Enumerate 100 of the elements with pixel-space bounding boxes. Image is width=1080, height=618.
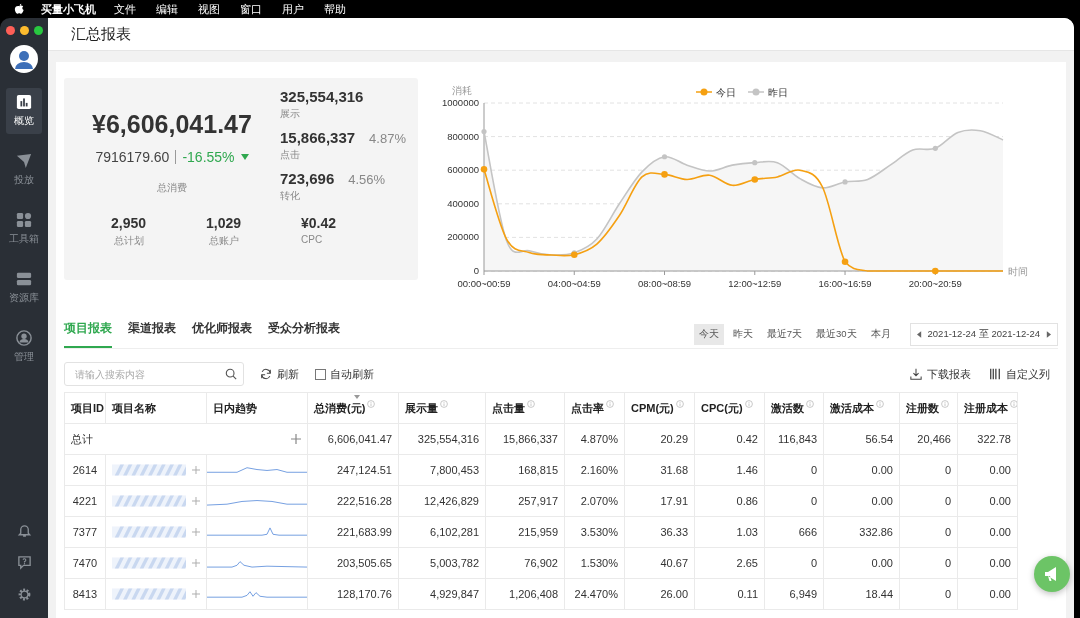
table-cell: 18.44 — [823, 578, 900, 610]
table-cell: 2.65 — [694, 547, 765, 579]
menu-item[interactable]: 窗口 — [240, 1, 262, 17]
x-tick-label: 00:00~00:59 — [457, 278, 511, 289]
table-cell: 0.00 — [957, 578, 1018, 610]
report-tab[interactable]: 受众分析报表 — [268, 316, 340, 348]
table-cell: 40.67 — [624, 547, 695, 579]
table-cell: 222,516.28 — [307, 485, 399, 517]
table-cell: 4221 — [64, 485, 106, 517]
legend-label[interactable]: 今日 — [716, 86, 736, 98]
date-filter-button[interactable]: 最近30天 — [810, 324, 862, 345]
menu-item[interactable]: 编辑 — [156, 1, 178, 17]
date-filter-button[interactable]: 最近7天 — [761, 324, 807, 345]
table-cell: 0.11 — [694, 578, 765, 610]
menu-item[interactable]: 视图 — [198, 1, 220, 17]
column-header[interactable]: 项目ID — [64, 392, 106, 424]
date-range-picker[interactable]: 2021-12-24 至 2021-12-24 — [909, 323, 1058, 346]
sidebar-nav-item[interactable]: 投放 — [6, 147, 42, 193]
date-filter-button[interactable]: 今天 — [693, 324, 724, 345]
menu-item[interactable]: 文件 — [114, 1, 136, 17]
table-cell: 0.00 — [823, 547, 900, 579]
y-tick-label: 400000 — [447, 197, 479, 209]
table-cell: 0 — [764, 454, 824, 486]
search-field[interactable]: 请输入搜索内容 — [64, 362, 244, 386]
table-cell: 2.070% — [564, 485, 625, 517]
table-cell: 6,606,041.47 — [307, 423, 399, 455]
x-tick-label: 04:00~04:59 — [547, 278, 601, 289]
column-header[interactable]: 项目名称 — [105, 392, 207, 424]
sidebar-nav-item[interactable]: 资源库 — [6, 265, 42, 311]
app-name-menu[interactable]: 买量小飞机 — [41, 1, 96, 17]
x-tick-label: 16:00~16:59 — [818, 278, 872, 289]
table-cell: 0 — [764, 485, 824, 517]
table-cell: 247,124.51 — [307, 454, 399, 486]
metric-label: 点击 — [280, 148, 301, 162]
table-cell: 15,866,337 — [485, 423, 565, 455]
table-cell: 128,170.76 — [307, 578, 399, 610]
sidebar-nav-item[interactable]: 概览 — [6, 88, 42, 134]
metric-value: 723,696 — [280, 170, 335, 187]
table-cell: 1.46 — [694, 454, 765, 486]
refresh-button[interactable]: 刷新 — [258, 364, 301, 384]
auto-refresh-checkbox[interactable]: 自动刷新 — [315, 366, 374, 382]
metric-label: 展示 — [280, 107, 301, 121]
table-cell: 6,949 — [764, 578, 824, 610]
y-axis-title: 消耗 — [452, 85, 472, 96]
table-cell: 7377 — [64, 516, 106, 548]
table-cell: 203,505.65 — [307, 547, 399, 579]
table-cell: 0.00 — [957, 516, 1018, 548]
legend-label[interactable]: 昨日 — [768, 86, 788, 98]
table-cell: 6,102,281 — [398, 516, 486, 548]
change-percent: -16.55% — [182, 149, 235, 165]
metric-label: CPC — [301, 234, 323, 245]
table-cell: 20.29 — [624, 423, 695, 455]
menu-item[interactable]: 帮助 — [324, 1, 346, 17]
metric-label: 总消费 — [157, 181, 187, 195]
column-header[interactable]: 注册数 — [899, 392, 958, 424]
table-cell: 24.470% — [564, 578, 625, 610]
table-cell: 221,683.99 — [307, 516, 399, 548]
metric-label: 转化 — [280, 189, 301, 203]
y-tick-label: 600000 — [447, 164, 479, 176]
customize-columns-button[interactable]: 自定义列 — [987, 364, 1052, 384]
table-cell: 2.160% — [564, 454, 625, 486]
table-cell: 0 — [899, 485, 958, 517]
page-title: 汇总报表 — [71, 24, 131, 44]
table-cell: 325,554,316 — [398, 423, 486, 455]
column-header[interactable]: 日内趋势 — [206, 392, 308, 424]
sidebar-nav-item[interactable]: 管理 — [6, 324, 42, 370]
download-report-button[interactable]: 下载报表 — [908, 364, 973, 384]
table-cell: 0 — [899, 516, 958, 548]
table-cell: 0.00 — [957, 485, 1018, 517]
column-header[interactable]: 点击率 — [564, 392, 625, 424]
column-header[interactable]: CPM(元) — [624, 392, 695, 424]
x-axis-title: 时间 — [1008, 266, 1028, 277]
report-tab[interactable]: 优化师报表 — [192, 316, 252, 348]
sidebar-nav-item[interactable]: 工具箱 — [6, 206, 42, 252]
report-tab[interactable]: 渠道报表 — [128, 316, 176, 348]
column-header[interactable]: 展示量 — [398, 392, 486, 424]
column-header[interactable]: 激活数 — [764, 392, 824, 424]
table-cell: 76,902 — [485, 547, 565, 579]
column-header[interactable]: 注册成本 — [957, 392, 1018, 424]
date-filter-button[interactable]: 昨天 — [727, 324, 758, 345]
menu-item[interactable]: 用户 — [282, 1, 304, 17]
table-cell: 0 — [764, 547, 824, 579]
metric-rate: 4.87% — [369, 131, 406, 146]
table-cell: 12,426,829 — [398, 485, 486, 517]
table-cell: 20,466 — [899, 423, 958, 455]
column-header[interactable]: 点击量 — [485, 392, 565, 424]
table-cell: 0 — [899, 547, 958, 579]
table-cell: 0.00 — [823, 485, 900, 517]
table-cell: 8413 — [64, 578, 106, 610]
total-spend-value: ¥6,606,041.47 — [92, 110, 252, 139]
date-filter-button[interactable]: 本月 — [865, 324, 896, 345]
metric-rate: 4.56% — [348, 172, 386, 187]
column-header[interactable]: 激活成本 — [823, 392, 900, 424]
metric-value: ¥0.42 — [301, 215, 337, 231]
table-cell: 5,003,782 — [398, 547, 486, 579]
column-header[interactable]: CPC(元) — [694, 392, 765, 424]
column-header[interactable]: 总消费(元) — [307, 392, 399, 424]
table-cell: 0 — [899, 454, 958, 486]
table-cell: 56.54 — [823, 423, 900, 455]
x-tick-label: 08:00~08:59 — [637, 278, 692, 289]
